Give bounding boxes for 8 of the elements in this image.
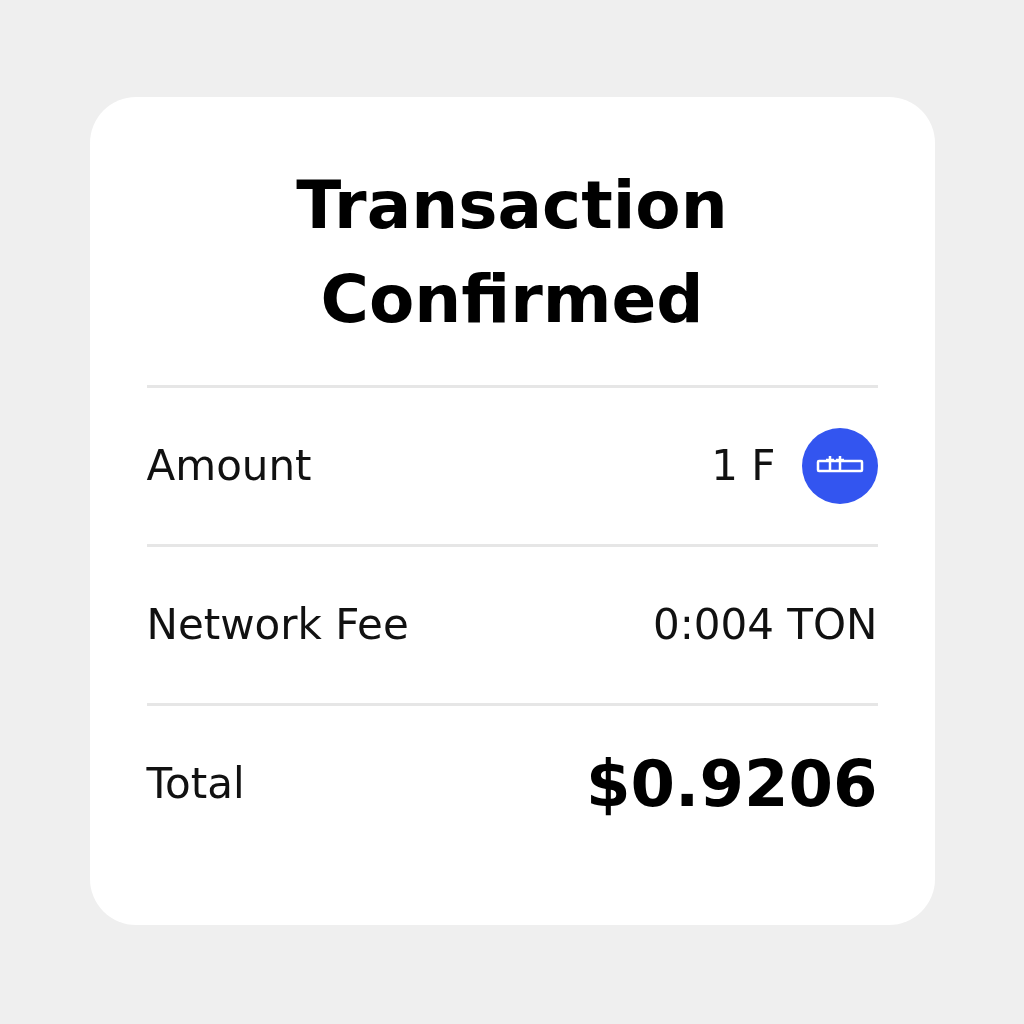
row-label: Total	[146, 759, 245, 808]
row-value: 0:004 TON	[652, 600, 878, 649]
row-value: 1 F	[711, 441, 776, 490]
row-label: Network Fee	[146, 600, 409, 649]
token-icon	[801, 427, 878, 504]
total-value: $0.9206	[586, 746, 878, 821]
dialog-title: Transaction Confirmed	[295, 165, 729, 340]
row-label: Amount	[146, 441, 312, 490]
